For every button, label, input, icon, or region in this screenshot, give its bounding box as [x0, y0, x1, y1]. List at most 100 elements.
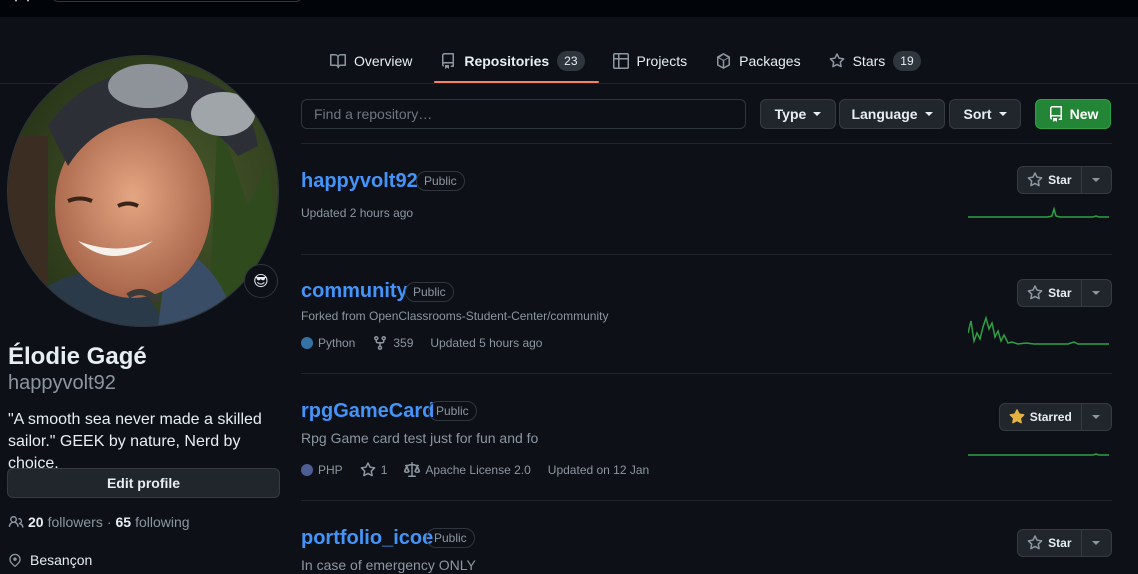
law-icon — [404, 462, 421, 477]
visibility-badge: Public — [426, 528, 475, 548]
followers-link[interactable]: followers — [48, 514, 103, 530]
github-logo-icon[interactable] — [10, 0, 34, 6]
profile-bio: "A smooth sea never made a skilled sailo… — [8, 411, 262, 472]
tab-packages[interactable]: Packages — [701, 38, 814, 83]
activity-sparkline — [968, 206, 1109, 218]
star-button-group: Star — [1017, 279, 1112, 307]
type-dropdown[interactable]: Type — [760, 99, 836, 129]
star-list-dropdown[interactable] — [1082, 280, 1111, 306]
avatar[interactable] — [7, 55, 279, 327]
fork-icon — [374, 335, 387, 351]
visibility-badge: Public — [416, 171, 465, 191]
forks-link[interactable]: 359 — [372, 335, 413, 351]
tab-repositories-label: Repositories — [464, 52, 550, 69]
star-button-label: Star — [1048, 173, 1072, 187]
book-icon — [330, 53, 346, 68]
new-repository-button[interactable]: New — [1035, 99, 1111, 129]
star-icon — [1027, 172, 1043, 187]
tab-projects[interactable]: Projects — [599, 38, 702, 83]
profile-location: Besançon — [8, 552, 92, 568]
avatar-photo — [8, 56, 278, 326]
sort-dropdown-label: Sort — [963, 106, 992, 122]
star-icon — [829, 52, 844, 67]
location-pin-icon — [9, 553, 21, 567]
following-link[interactable]: following — [135, 514, 189, 530]
language-name: Python — [318, 336, 356, 350]
following-count[interactable]: 65 — [116, 514, 132, 530]
repo-meta: Python 359 Updated 5 hours ago — [301, 335, 559, 351]
tab-projects-label: Projects — [636, 52, 688, 69]
table-icon — [612, 52, 629, 69]
language-name: PHP — [318, 463, 343, 477]
star-button-group: Star — [1017, 529, 1112, 557]
star-list-dropdown[interactable] — [1082, 404, 1111, 430]
package-icon — [717, 52, 731, 69]
repo-list-item: community Public Forked from OpenClassro… — [301, 254, 1112, 373]
language-color-dot — [301, 337, 313, 349]
repo-description: Rpg Game card test just for fun and fo — [301, 430, 539, 446]
status-emoji-button[interactable]: 😎 — [244, 264, 278, 298]
edit-profile-button[interactable]: Edit profile — [7, 468, 280, 498]
tab-overview[interactable]: Overview — [316, 38, 426, 83]
repo-list-item: rpgGameCard Public Rpg Game card test ju… — [301, 373, 1112, 500]
global-search-input[interactable] — [52, 0, 302, 2]
sort-dropdown[interactable]: Sort — [949, 99, 1021, 129]
forks-count: 359 — [393, 336, 414, 350]
star-button-group: Star — [1017, 166, 1112, 194]
repositories-count: 23 — [557, 50, 585, 71]
repo-list-item: happyvolt92 Public Updated 2 hours ago S… — [301, 143, 1112, 254]
repo-icon — [1049, 106, 1062, 122]
star-button[interactable]: Star — [1018, 530, 1082, 556]
profile-tabs: Overview Repositories 23 Projects Packag… — [316, 38, 935, 84]
tab-stars[interactable]: Stars 19 — [815, 38, 935, 83]
repo-language: PHP — [301, 463, 343, 477]
profile-full-name: Élodie Gagé — [8, 343, 147, 370]
license-name: Apache License 2.0 — [425, 463, 531, 477]
language-dropdown[interactable]: Language — [839, 99, 945, 129]
people-icon — [8, 516, 24, 528]
repo-name-link[interactable]: portfolio_icoe — [301, 527, 433, 550]
repo-language: Python — [301, 336, 355, 350]
language-dropdown-label: Language — [851, 106, 918, 122]
activity-sparkline — [968, 453, 1109, 456]
repo-meta: PHP 1 Apache License 2.0 Updated on 12 J… — [301, 462, 666, 478]
tab-repositories[interactable]: Repositories 23 — [426, 38, 599, 83]
find-repository-input[interactable] — [301, 99, 746, 129]
stargazers-link[interactable]: 1 — [360, 462, 388, 478]
star-button[interactable]: Star — [1018, 167, 1082, 193]
unstar-button[interactable]: Starred — [1000, 404, 1082, 430]
new-button-label: New — [1069, 106, 1099, 122]
star-list-dropdown[interactable] — [1082, 167, 1111, 193]
visibility-badge: Public — [428, 401, 477, 421]
visibility-badge: Public — [405, 282, 454, 302]
followers-following: 20 followers · 65 following — [8, 514, 190, 530]
followers-count[interactable]: 20 — [28, 514, 44, 530]
chevron-down-icon — [1092, 178, 1101, 182]
updated-time: Updated 2 hours ago — [301, 206, 414, 220]
chevron-down-icon — [998, 112, 1007, 116]
star-button[interactable]: Star — [1018, 280, 1082, 306]
tab-packages-label: Packages — [739, 52, 801, 69]
top-header — [0, 0, 1138, 17]
repo-icon — [442, 52, 455, 69]
repo-name-link[interactable]: community — [301, 280, 408, 303]
updated-time: Updated on 12 Jan — [547, 463, 650, 477]
stars-count: 1 — [380, 463, 388, 477]
activity-sparkline — [968, 315, 1109, 345]
chevron-down-icon — [813, 112, 822, 116]
repo-license: Apache License 2.0 — [404, 462, 531, 478]
repo-name-link[interactable]: rpgGameCard — [301, 400, 434, 423]
profile-username: happyvolt92 — [8, 372, 116, 394]
star-button-label: Star — [1048, 536, 1072, 550]
repo-name-link[interactable]: happyvolt92 — [301, 170, 418, 193]
star-list-dropdown[interactable] — [1082, 530, 1111, 556]
status-emoji: 😎 — [253, 273, 269, 290]
repo-description: In case of emergency ONLY — [301, 557, 476, 573]
star-filled-icon — [1009, 409, 1025, 424]
repo-filter-bar: Type Language Sort New — [301, 99, 1112, 129]
language-color-dot — [301, 464, 313, 476]
forked-from-text[interactable]: Forked from OpenClassrooms-Student-Cente… — [301, 309, 608, 323]
chevron-down-icon — [1092, 541, 1101, 545]
tab-overview-label: Overview — [354, 52, 413, 69]
type-dropdown-label: Type — [774, 106, 807, 122]
